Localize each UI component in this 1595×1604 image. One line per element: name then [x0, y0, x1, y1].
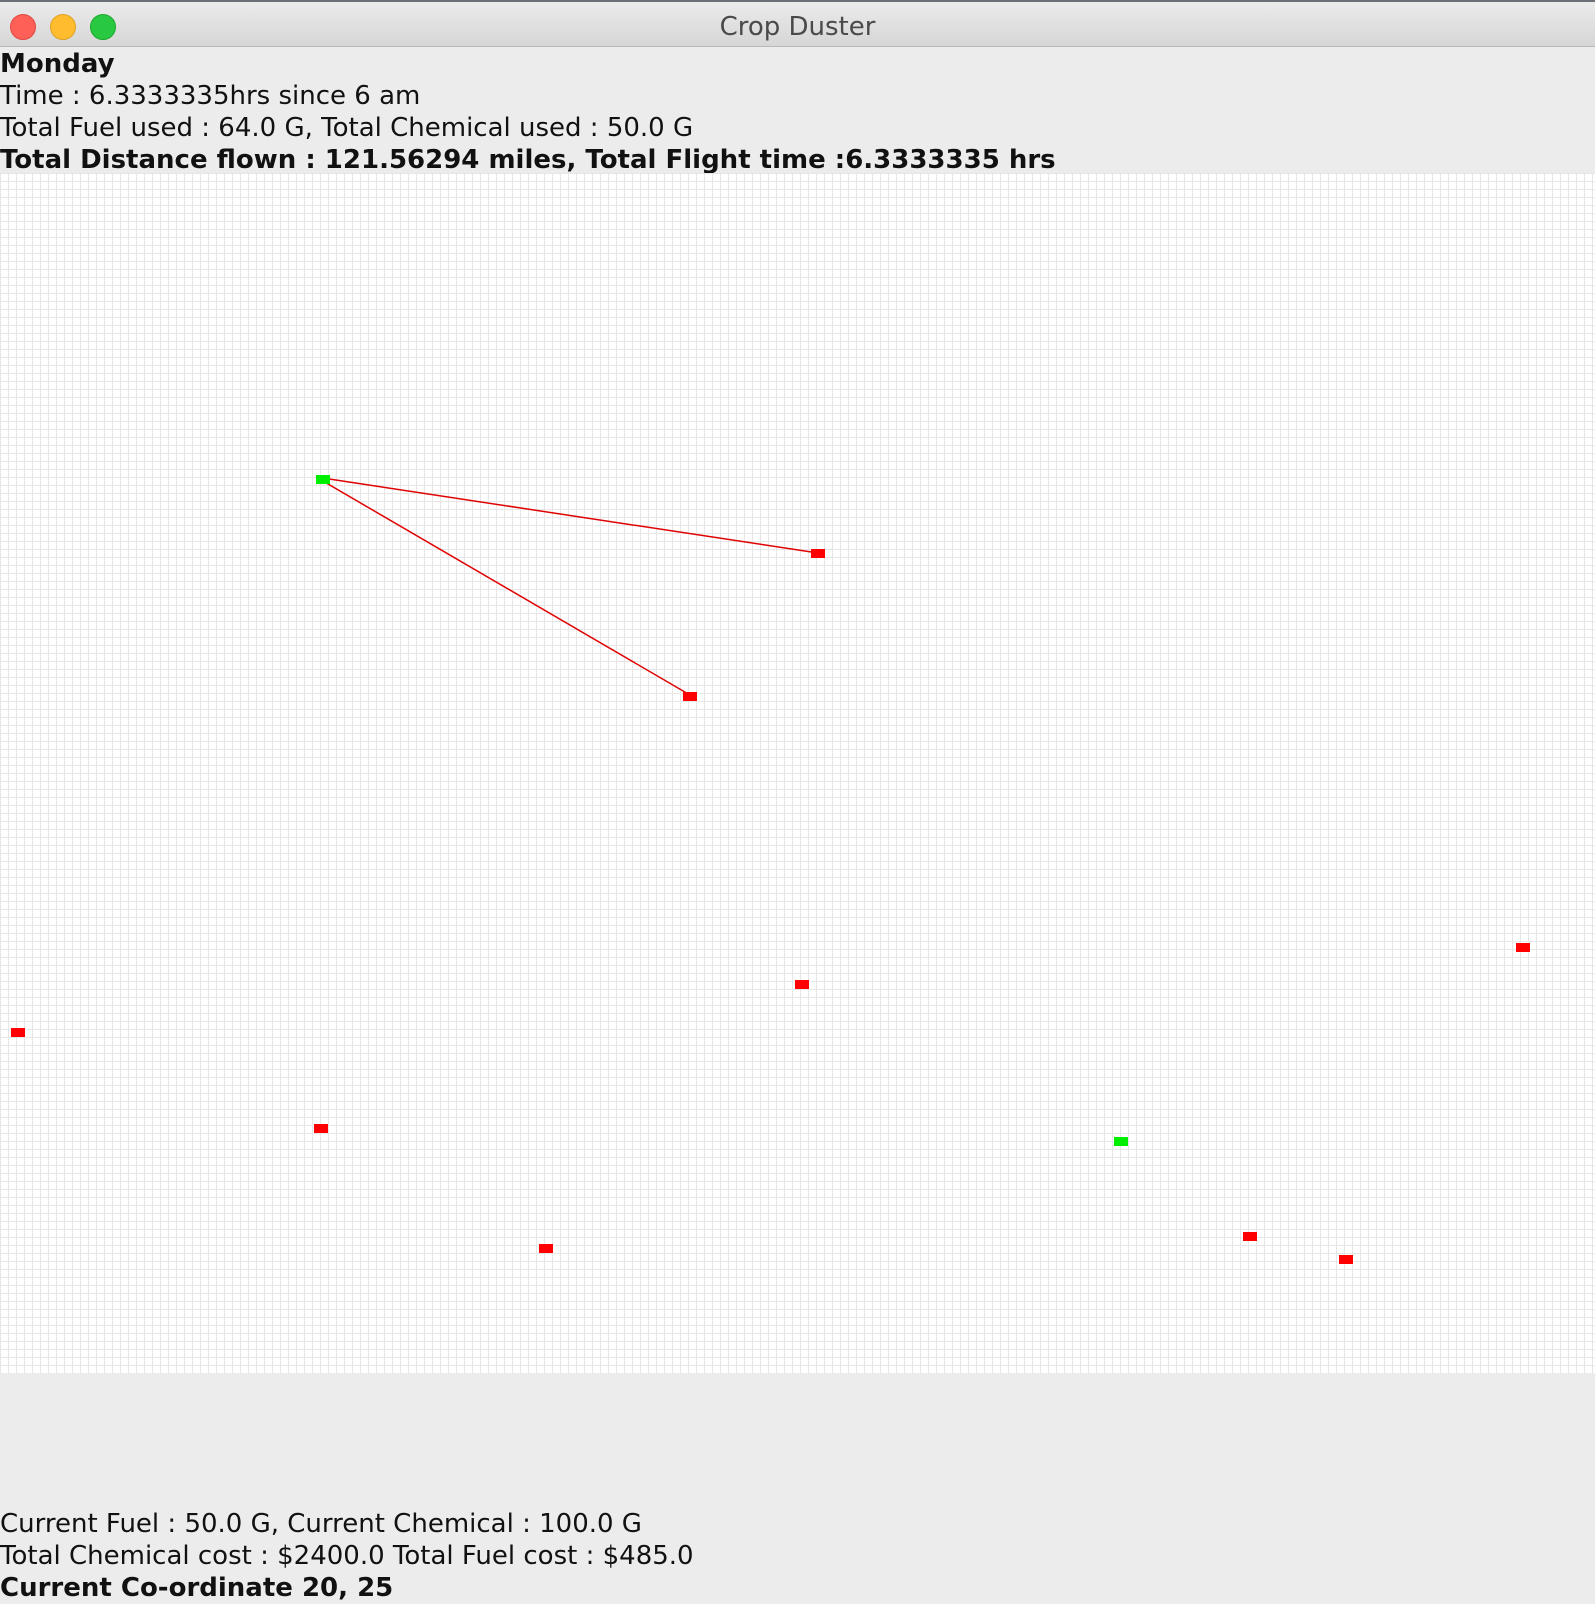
field-marker[interactable]: [539, 1244, 553, 1253]
field-map[interactable]: [0, 173, 1595, 1373]
field-marker[interactable]: [11, 1028, 25, 1037]
field-marker[interactable]: [1243, 1232, 1257, 1241]
window-titlebar: Crop Duster: [0, 0, 1595, 47]
field-marker[interactable]: [683, 692, 697, 701]
field-marker[interactable]: [1516, 943, 1530, 952]
field-marker[interactable]: [1339, 1255, 1353, 1264]
time-label: Time : 6.3333335hrs since 6 am: [0, 81, 421, 111]
usage-label: Total Fuel used : 64.0 G, Total Chemical…: [0, 113, 694, 143]
costs-label: Total Chemical cost : $2400.0 Total Fuel…: [0, 1541, 694, 1571]
field-marker[interactable]: [795, 980, 809, 989]
distance-label: Total Distance flown : 121.56294 miles, …: [0, 145, 1056, 175]
coordinate-label: Current Co-ordinate 20, 25: [0, 1573, 394, 1603]
current-levels-label: Current Fuel : 50.0 G, Current Chemical …: [0, 1509, 642, 1539]
window-title: Crop Duster: [719, 12, 876, 42]
airport-marker[interactable]: [316, 475, 330, 484]
map-overlay: [11, 475, 1530, 1264]
field-marker[interactable]: [314, 1124, 328, 1133]
route-line: [315, 476, 819, 554]
day-label: Monday: [0, 49, 115, 79]
airport-marker[interactable]: [1114, 1137, 1128, 1146]
field-marker[interactable]: [811, 549, 825, 558]
route-line: [315, 476, 691, 696]
